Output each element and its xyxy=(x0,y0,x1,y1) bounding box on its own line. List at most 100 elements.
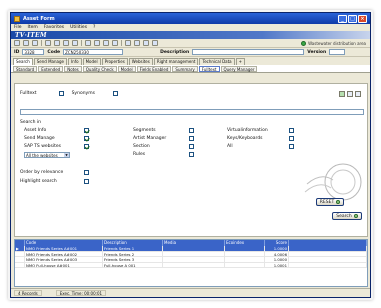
option-checkbox[interactable] xyxy=(84,144,89,149)
save-icon[interactable] xyxy=(32,40,38,46)
option-checkbox[interactable] xyxy=(84,128,89,133)
fulltext-checkbox[interactable] xyxy=(58,91,64,96)
option-label: Segments xyxy=(133,128,156,133)
cell-score: 1.0000 xyxy=(265,257,289,262)
option-label: Rules xyxy=(133,152,146,157)
option-label: SAP TS websites xyxy=(24,144,61,149)
row-indicator: ▶ xyxy=(15,246,25,251)
chevron-down-icon[interactable]: ▼ xyxy=(64,153,69,157)
tab-send-manage[interactable]: Send Manage xyxy=(33,58,67,65)
search-panel: Fulltext Synonyms Search in Asset Info S… xyxy=(14,83,368,237)
cell-filler xyxy=(289,251,367,256)
option-checkbox[interactable] xyxy=(189,136,194,141)
menu-item[interactable]: Item xyxy=(28,25,38,30)
info-icon[interactable] xyxy=(152,40,158,46)
export-icon[interactable] xyxy=(355,91,361,97)
option-keys-keyboards: Keys/Keyboards xyxy=(227,136,294,141)
maximize-button[interactable]: □ xyxy=(348,14,357,23)
subtab-extended[interactable]: Extended xyxy=(38,65,64,72)
delete-icon[interactable] xyxy=(72,40,78,46)
close-button[interactable]: × xyxy=(358,14,367,23)
subtab-notes[interactable]: Notes xyxy=(64,65,82,72)
tab-info[interactable]: Info xyxy=(67,58,82,65)
option-checkbox[interactable] xyxy=(189,152,194,157)
option-all: All xyxy=(227,144,294,149)
subtab-standard[interactable]: Standard xyxy=(13,65,38,72)
table-row[interactable]: NMO Full-house A#001 Full-house A 001 1.… xyxy=(15,262,367,268)
tab-more[interactable]: + xyxy=(235,58,245,65)
last-record-icon[interactable] xyxy=(112,40,118,46)
window-title: Asset Form xyxy=(23,15,55,22)
code-field[interactable]: ZCN250330 xyxy=(63,49,124,55)
search-input[interactable] xyxy=(20,109,364,115)
cell-score: 1.0001 xyxy=(265,262,289,267)
main-tabs: Search Send Manage Info Model Properties… xyxy=(11,57,370,65)
next-record-icon[interactable] xyxy=(103,40,109,46)
cell-description: Friends Series 1 xyxy=(103,246,163,251)
option-label: Section xyxy=(133,144,150,149)
grid-icon[interactable] xyxy=(347,91,353,97)
option-virtualinformation: Virtualinformation xyxy=(227,128,294,133)
refresh-icon[interactable] xyxy=(339,91,345,97)
prev-record-icon[interactable] xyxy=(94,40,100,46)
option-checkbox[interactable] xyxy=(84,136,89,141)
reset-button[interactable]: RESET xyxy=(316,198,344,206)
subtab-quality-check[interactable]: Quality Check xyxy=(82,65,117,72)
subtab-model[interactable]: Model xyxy=(117,65,136,72)
subtab-fields-enabled[interactable]: Fields Enabled xyxy=(136,65,172,72)
cell-filler xyxy=(289,257,367,262)
toolbar-separator xyxy=(41,40,42,46)
subtab-query-manager[interactable]: Query Manager xyxy=(220,65,258,72)
synonyms-label: Synonyms xyxy=(71,91,95,96)
id-field[interactable]: 3328 xyxy=(22,49,45,55)
highlight-checkbox[interactable] xyxy=(84,179,89,184)
cell-score: 4.0006 xyxy=(265,251,289,256)
tab-technical-data[interactable]: Technical Data xyxy=(199,58,235,65)
first-record-icon[interactable] xyxy=(85,40,91,46)
option-checkbox[interactable] xyxy=(289,136,294,141)
paste-icon[interactable] xyxy=(63,40,69,46)
id-label: ID xyxy=(14,49,20,55)
tab-properties[interactable]: Properties xyxy=(101,58,128,65)
preview-icon[interactable] xyxy=(134,40,140,46)
subtab-fulltext[interactable]: Fulltext xyxy=(198,65,220,72)
menu-bar: File Item Favorites Utilities ? xyxy=(11,24,370,31)
row-indicator xyxy=(15,257,25,262)
cell-code: NMO Friends Series A#003 xyxy=(25,257,103,262)
cut-icon[interactable] xyxy=(45,40,51,46)
cell-code: NMO Friends Series A#001 xyxy=(25,246,103,251)
websites-select[interactable]: All the websites ▼ xyxy=(24,152,70,158)
minimize-button[interactable]: _ xyxy=(338,14,347,23)
order-checkbox[interactable] xyxy=(84,170,89,175)
version-label: Version xyxy=(307,49,327,55)
tab-right-management[interactable]: Right management xyxy=(153,58,199,65)
subtab-summary[interactable]: Summary xyxy=(172,65,198,72)
cell-code: NMO Friends Series A#002 xyxy=(25,251,103,256)
print-icon[interactable] xyxy=(125,40,131,46)
option-checkbox[interactable] xyxy=(289,144,294,149)
synonyms-checkbox[interactable] xyxy=(112,91,118,96)
option-checkbox[interactable] xyxy=(189,144,194,149)
menu-file[interactable]: File xyxy=(14,25,22,30)
help-icon[interactable] xyxy=(143,40,149,46)
toolbar-separator xyxy=(121,40,122,46)
option-segments: Segments xyxy=(133,128,194,133)
option-label: Asset Info xyxy=(24,128,47,133)
description-field[interactable] xyxy=(192,49,305,55)
option-checkbox[interactable] xyxy=(289,128,294,133)
new-icon[interactable] xyxy=(14,40,20,46)
tab-websites[interactable]: Websites xyxy=(128,58,153,65)
results-grid: Code Description Media Ecoindex Score ▶ … xyxy=(14,239,368,287)
open-icon[interactable] xyxy=(23,40,29,46)
menu-help[interactable]: ? xyxy=(93,25,95,30)
copy-icon[interactable] xyxy=(54,40,60,46)
execution-time: Exec. Time: 00:00:01 xyxy=(55,290,107,296)
menu-favorites[interactable]: Favorites xyxy=(44,25,64,30)
menu-utilities[interactable]: Utilities xyxy=(70,25,87,30)
search-button[interactable]: Search xyxy=(332,212,362,220)
tab-search[interactable]: Search xyxy=(13,58,33,65)
version-field[interactable] xyxy=(329,49,346,55)
option-checkbox[interactable] xyxy=(189,128,194,133)
option-rules: Rules xyxy=(133,152,194,157)
tab-model[interactable]: Model xyxy=(82,58,101,65)
